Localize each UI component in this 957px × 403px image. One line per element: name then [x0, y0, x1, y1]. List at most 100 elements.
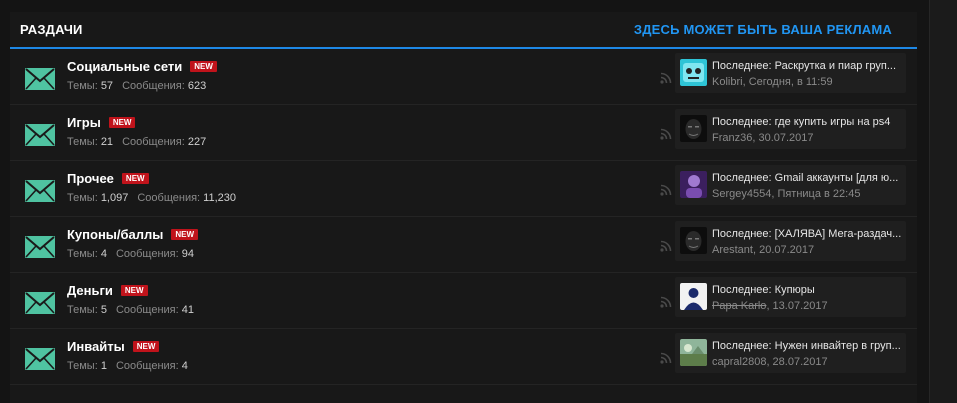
messages-label: Сообщения:: [115, 304, 179, 316]
last-post-date[interactable]: , 20.07.2017: [753, 244, 814, 256]
forum-stats: Темы: 1 Сообщения: 4: [67, 360, 188, 372]
envelope-icon: [25, 236, 55, 258]
last-post-box: Последнее: где купить игры на ps4 Franz3…: [675, 109, 906, 149]
new-badge: NEW: [120, 285, 148, 296]
topics-label: Темы:: [67, 80, 98, 92]
last-post-meta: Kolibri, Сегодня, в 11:59: [712, 76, 833, 88]
last-post-date[interactable]: , 28.07.2017: [766, 356, 827, 368]
messages-count: 41: [181, 304, 195, 316]
forum-stats: Темы: 1,097 Сообщения: 11,230: [67, 192, 236, 204]
forum-stats: Темы: 5 Сообщения: 41: [67, 304, 194, 316]
last-post-meta: Sergey4554, Пятница в 22:45: [712, 188, 860, 200]
envelope-icon: [25, 348, 55, 370]
forum-title[interactable]: Деньги: [67, 283, 113, 298]
rss-icon[interactable]: [660, 71, 672, 84]
forum-title-link[interactable]: Купоны/баллы NEW: [67, 227, 199, 242]
topics-label: Темы:: [67, 248, 98, 260]
user-avatar[interactable]: [680, 227, 707, 254]
envelope-icon: [25, 68, 55, 90]
forum-row: Игры NEW Темы: 21 Сообщения: 227 Последнее…: [10, 105, 917, 161]
category-header: РАЗДАЧИ ЗДЕСЬ МОЖЕТ БЫТЬ ВАША РЕКЛАМА: [10, 12, 917, 49]
last-post-link[interactable]: Последнее: Нужен инвайтер в груп...: [712, 340, 902, 352]
forum-title[interactable]: Инвайты: [67, 339, 125, 354]
last-post-user[interactable]: Papa Karlo: [712, 300, 766, 312]
messages-count: 623: [187, 80, 207, 92]
rss-icon[interactable]: [660, 183, 672, 196]
last-post-date[interactable]: , Пятница в 22:45: [771, 188, 860, 200]
new-badge: NEW: [121, 173, 149, 184]
rss-icon[interactable]: [660, 295, 672, 308]
last-post-date[interactable]: , 13.07.2017: [766, 300, 827, 312]
topics-count: 4: [100, 248, 107, 260]
last-post-date[interactable]: , Сегодня, в 11:59: [743, 76, 833, 88]
last-post-user[interactable]: capral2808: [712, 356, 766, 368]
forum-title-link[interactable]: Инвайты NEW: [67, 339, 160, 354]
envelope-icon: [25, 124, 55, 146]
forum-title[interactable]: Социальные сети: [67, 59, 182, 74]
forum-title-link[interactable]: Деньги NEW: [67, 283, 148, 298]
last-post-link[interactable]: Последнее: Купюры: [712, 284, 902, 296]
last-post-link[interactable]: Последнее: где купить игры на ps4: [712, 116, 902, 128]
user-avatar[interactable]: [680, 171, 707, 198]
last-post-user[interactable]: Sergey4554: [712, 188, 771, 200]
forum-title[interactable]: Прочее: [67, 171, 114, 186]
user-avatar[interactable]: [680, 339, 707, 366]
last-post-box: Последнее: Купюры Papa Karlo, 13.07.2017: [675, 277, 906, 317]
envelope-icon: [25, 292, 55, 314]
last-post-meta: Papa Karlo, 13.07.2017: [712, 300, 828, 312]
forum-list: Социальные сети NEW Темы: 57 Сообщения: 62…: [10, 49, 917, 385]
last-post-meta: Franz36, 30.07.2017: [712, 132, 814, 144]
messages-label: Сообщения:: [122, 136, 185, 148]
forum-row: Прочее NEW Темы: 1,097 Сообщения: 11,230 П…: [10, 161, 917, 217]
last-post-meta: capral2808, 28.07.2017: [712, 356, 828, 368]
last-post-link[interactable]: Последнее: Gmail аккаунты [для ю...: [712, 172, 902, 184]
forum-stats: Темы: 21 Сообщения: 227: [67, 136, 206, 148]
topics-count: 5: [100, 304, 107, 316]
messages-label: Сообщения:: [115, 248, 179, 260]
topics-label: Темы:: [67, 304, 98, 316]
forum-stats: Темы: 4 Сообщения: 94: [67, 248, 194, 260]
topics-count: 1: [100, 360, 107, 372]
user-avatar[interactable]: [680, 59, 707, 86]
messages-count: 227: [187, 136, 207, 148]
last-post-user[interactable]: Franz36: [712, 132, 752, 144]
forum-title-link[interactable]: Социальные сети NEW: [67, 59, 217, 74]
forum-title-link[interactable]: Игры NEW: [67, 115, 136, 130]
forum-title[interactable]: Игры: [67, 115, 101, 130]
topics-label: Темы:: [67, 360, 98, 372]
forum-row: Деньги NEW Темы: 5 Сообщения: 41 Последнее…: [10, 273, 917, 329]
last-post-date[interactable]: , 30.07.2017: [752, 132, 813, 144]
messages-count: 11,230: [203, 192, 236, 204]
last-post-link[interactable]: Последнее: Раскрутка и пиар груп...: [712, 60, 902, 72]
new-badge: NEW: [171, 229, 199, 240]
envelope-icon: [25, 180, 55, 202]
forum-category-panel: РАЗДАЧИ ЗДЕСЬ МОЖЕТ БЫТЬ ВАША РЕКЛАМА Со…: [10, 12, 917, 403]
rss-icon[interactable]: [660, 351, 672, 364]
messages-label: Сообщения:: [137, 192, 201, 204]
new-badge: NEW: [190, 61, 217, 72]
last-post-box: Последнее: Нужен инвайтер в груп... capr…: [675, 333, 906, 373]
last-post-user[interactable]: Kolibri: [712, 76, 743, 88]
topics-count: 1,097: [100, 192, 129, 204]
forum-row: Купоны/баллы NEW Темы: 4 Сообщения: 94 Пос…: [10, 217, 917, 273]
user-avatar[interactable]: [680, 283, 707, 310]
user-avatar[interactable]: [680, 115, 707, 142]
category-title[interactable]: РАЗДАЧИ: [20, 22, 83, 37]
topics-count: 21: [100, 136, 114, 148]
forum-title[interactable]: Купоны/баллы: [67, 227, 163, 242]
last-post-box: Последнее: Gmail аккаунты [для ю... Serg…: [675, 165, 906, 205]
last-post-user[interactable]: Arestant: [712, 244, 753, 256]
last-post-box: Последнее: Раскрутка и пиар груп... Koli…: [675, 53, 906, 93]
rss-icon[interactable]: [660, 239, 672, 252]
forum-stats: Темы: 57 Сообщения: 623: [67, 80, 206, 92]
new-badge: NEW: [108, 117, 136, 128]
messages-label: Сообщения:: [115, 360, 179, 372]
advertisement-link[interactable]: ЗДЕСЬ МОЖЕТ БЫТЬ ВАША РЕКЛАМА: [634, 22, 892, 37]
last-post-link[interactable]: Последнее: [ХАЛЯВА] Мега-раздач...: [712, 228, 902, 240]
forum-title-link[interactable]: Прочее NEW: [67, 171, 149, 186]
topics-label: Темы:: [67, 136, 98, 148]
new-badge: NEW: [132, 341, 160, 352]
messages-label: Сообщения:: [122, 80, 185, 92]
last-post-meta: Arestant, 20.07.2017: [712, 244, 814, 256]
rss-icon[interactable]: [660, 127, 672, 140]
